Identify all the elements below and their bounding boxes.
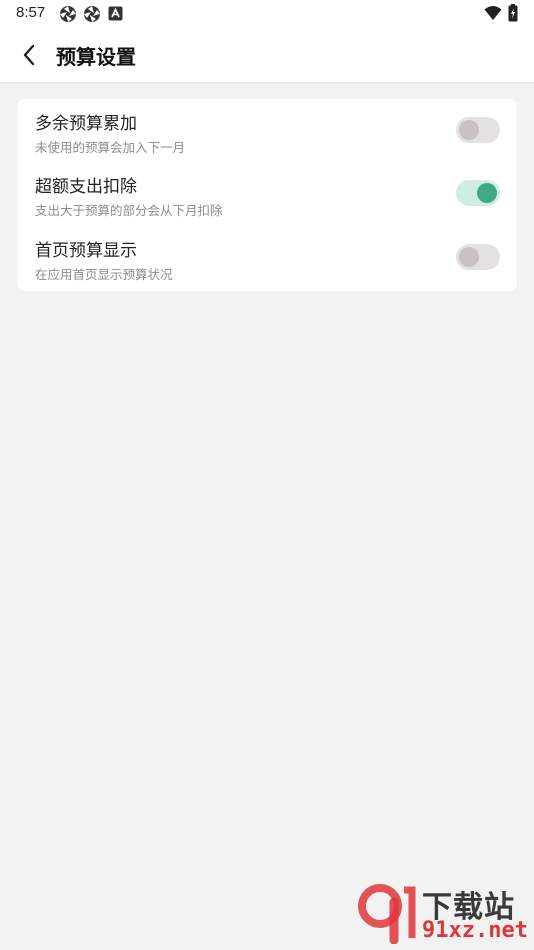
settings-card: 多余预算累加 未使用的预算会加入下一月 超额支出扣除 支出大于预算的部分会从下月… xyxy=(17,99,517,291)
aperture-icon xyxy=(59,5,77,23)
setting-row-overspend-deduction: 超额支出扣除 支出大于预算的部分会从下月扣除 xyxy=(17,162,517,224)
chevron-left-icon xyxy=(23,44,35,66)
budget-rollover-toggle[interactable] xyxy=(456,117,500,143)
setting-title: 超额支出扣除 xyxy=(35,177,137,197)
setting-title: 多余预算累加 xyxy=(35,114,137,134)
toggle-knob xyxy=(477,183,497,203)
home-budget-display-toggle[interactable] xyxy=(456,244,500,270)
toggle-knob xyxy=(459,247,479,267)
setting-title: 首页预算显示 xyxy=(35,241,137,261)
setting-description: 支出大于预算的部分会从下月扣除 xyxy=(35,203,223,218)
status-time: 8:57 xyxy=(16,4,46,21)
back-button[interactable] xyxy=(14,40,44,70)
setting-row-home-budget-display: 首页预算显示 在应用首页显示预算状况 xyxy=(17,226,517,288)
watermark-url: 91xz.net xyxy=(422,918,528,943)
app-bar: 预算设置 xyxy=(0,28,534,82)
wifi-icon xyxy=(484,5,502,23)
watermark-logo-icon xyxy=(358,884,416,944)
setting-description: 在应用首页显示预算状况 xyxy=(35,267,173,282)
setting-row-budget-rollover: 多余预算累加 未使用的预算会加入下一月 xyxy=(17,99,517,161)
page-title: 预算设置 xyxy=(56,45,136,69)
status-bar: 8:57 xyxy=(0,0,534,28)
battery-charging-icon xyxy=(508,4,526,22)
setting-description: 未使用的预算会加入下一月 xyxy=(35,140,186,155)
overspend-deduction-toggle[interactable] xyxy=(456,180,500,206)
watermark: 下载站 91xz.net xyxy=(358,882,528,946)
app-notification-icon xyxy=(108,6,126,24)
toggle-knob xyxy=(459,120,479,140)
aperture-icon xyxy=(83,5,101,23)
